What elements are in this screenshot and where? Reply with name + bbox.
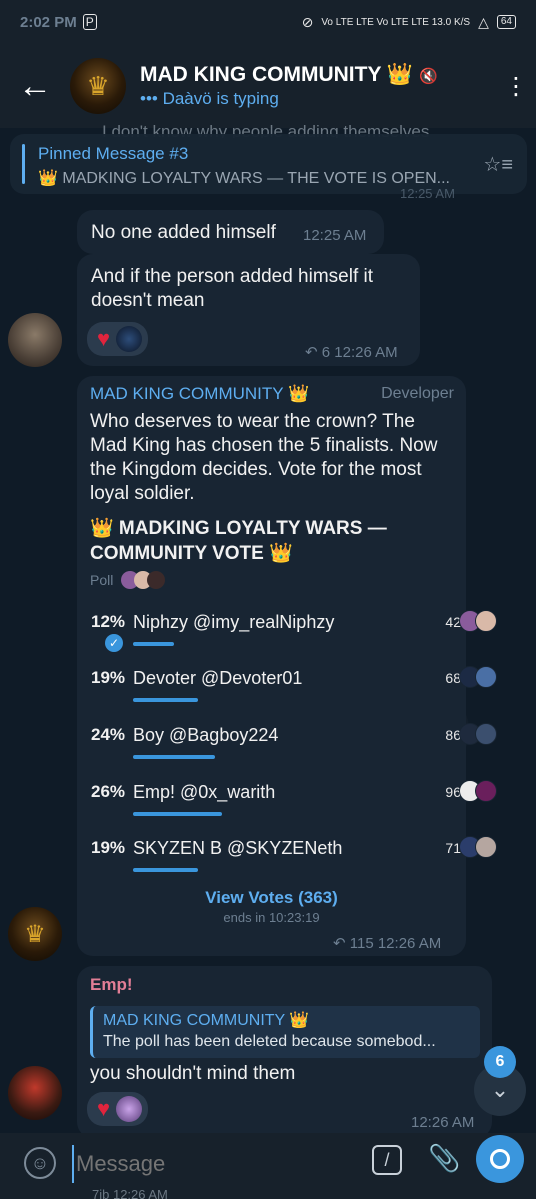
poll-option-bar [133, 812, 445, 816]
quote-sender: MAD KING COMMUNITY 👑 [103, 1012, 310, 1029]
poll-option-percent: 24% [91, 725, 126, 744]
bot-command-icon[interactable]: / [372, 1145, 402, 1175]
muted-icon: 🔇 [419, 68, 438, 85]
message-bubble[interactable]: Emp! MAD KING COMMUNITY 👑 The poll has b… [77, 966, 492, 1138]
alarm-icon: △ [478, 13, 489, 30]
poll-option-label: Niphzy @imy_realNiphzy [133, 612, 335, 632]
clock: 2:02 PM [20, 13, 77, 31]
signal-indicators: Vo LTE LTE Vo LTE LTE 13.0 K/S [321, 16, 471, 28]
camera-icon [490, 1149, 510, 1169]
chosen-check-icon: ✓ [105, 634, 123, 652]
reply-count[interactable]: ↶ 115 12:26 AM [333, 934, 441, 952]
channel-avatar[interactable]: ♛ [70, 58, 126, 114]
pinned-text: 👑 MADKING LOYALTY WARS — THE VOTE IS OPE… [38, 170, 450, 187]
message-text: No one added himself [91, 222, 276, 243]
crown-logo-icon: ♛ [24, 920, 46, 948]
poll-option-label: Emp! @0x_warith [133, 782, 276, 802]
status-bar: 2:02 PM P ⊘ Vo LTE LTE Vo LTE LTE 13.0 K… [0, 0, 536, 44]
mute-icon: ⊘ [301, 13, 314, 30]
notification-icon: P [82, 14, 97, 30]
reactions[interactable]: ♥ [87, 322, 149, 356]
poll-meta: Poll [90, 571, 166, 589]
emoji-icon[interactable]: ☺ [24, 1147, 56, 1179]
poll-option-label: SKYZEN B @SKYZENeth [133, 838, 343, 858]
pinned-list-icon[interactable]: ☆≡ [483, 152, 513, 177]
poll-option-voters [459, 610, 497, 632]
more-menu-icon[interactable]: ⋮ [496, 72, 536, 101]
poll-option-voters [459, 666, 497, 688]
poll-description: Who deserves to wear the crown? The Mad … [90, 411, 438, 504]
battery-icon: 64 [496, 15, 516, 29]
voter-avatars [121, 571, 166, 589]
user-avatar[interactable] [8, 313, 62, 367]
poll-option-voters [459, 836, 497, 858]
quoted-message[interactable]: MAD KING COMMUNITY 👑 The poll has been d… [90, 1006, 480, 1058]
ghost-time: 12:25 AM [400, 186, 455, 201]
heart-icon: ♥ [97, 1096, 111, 1121]
chat-title: MAD KING COMMUNITY 👑 [140, 63, 414, 86]
poll-option-percent: 12% [91, 612, 126, 631]
message-bubble[interactable]: And if the person added himself it doesn… [77, 254, 420, 366]
poll-type-label: Poll [90, 572, 114, 588]
poll-option-voters [459, 780, 497, 802]
poll-option-bar [133, 868, 445, 872]
poll-option-bar [133, 755, 445, 759]
crown-logo-icon: ♛ [86, 70, 110, 101]
poll-option-percent: 26% [91, 782, 126, 801]
typing-status: ••• Daàvö is typing [140, 89, 279, 108]
camera-button[interactable] [476, 1135, 524, 1183]
message-input[interactable] [72, 1145, 352, 1183]
user-avatar[interactable] [8, 1066, 62, 1120]
channel-avatar-small[interactable]: ♛ [8, 907, 62, 961]
message-text: you shouldn't mind them [90, 1063, 296, 1084]
chat-header: ← ♛ MAD KING COMMUNITY 👑 🔇 ••• Daàvö is t… [0, 44, 536, 128]
poll-question: 👑 MADKING LOYALTY WARS — COMMUNITY VOTE … [90, 518, 387, 564]
message-time: 12:26 AM [411, 1114, 475, 1131]
pinned-message-bar[interactable]: Pinned Message #3 👑 MADKING LOYALTY WARS… [10, 134, 527, 194]
poll-option-fill [133, 698, 198, 702]
poll-option-label: Boy @Bagboy224 [133, 725, 279, 745]
poll-option-bar [133, 642, 445, 646]
unread-badge[interactable]: 6 [484, 1046, 516, 1078]
message-bubble[interactable]: No one added himself 12:25 AM [77, 210, 384, 254]
poll-option-fill [133, 812, 222, 816]
reactor-avatar [116, 326, 143, 352]
reaction-heart[interactable]: ♥ [87, 322, 149, 356]
header-text[interactable]: MAD KING COMMUNITY 👑 🔇 ••• Daàvö is typin… [140, 63, 496, 109]
reactions[interactable]: ♥ [87, 1092, 149, 1126]
pinned-indicator [22, 144, 25, 184]
reply-count[interactable]: ↶ 6 12:26 AM [305, 343, 398, 361]
poll-message-bubble[interactable]: MAD KING COMMUNITY 👑 Developer Who deser… [77, 376, 497, 956]
reaction-heart[interactable]: ♥ [87, 1092, 149, 1126]
reactor-avatar [116, 1096, 143, 1122]
poll-option-fill [133, 868, 198, 872]
poll-option-percent: 19% [91, 838, 126, 857]
poll-ends-label: ends in 10:23:19 [223, 910, 320, 925]
ghost-message: 7ib 12:26 AM [92, 1187, 168, 1199]
message-sender[interactable]: Emp! [90, 975, 133, 995]
poll-option-label: Devoter @Devoter01 [133, 668, 303, 688]
heart-icon: ♥ [97, 326, 111, 351]
back-arrow-icon[interactable]: ← [0, 44, 70, 128]
poll-option-percent: 19% [91, 668, 126, 687]
message-sender[interactable]: MAD KING COMMUNITY 👑 [90, 384, 309, 404]
view-votes-button[interactable]: View Votes (363) [77, 888, 466, 908]
sender-role: Developer [381, 385, 454, 402]
pinned-title: Pinned Message #3 [38, 144, 189, 163]
poll-option-fill [133, 642, 175, 646]
chevron-down-icon: ⌄ [490, 1077, 510, 1102]
quote-text: The poll has been deleted because somebo… [103, 1033, 436, 1050]
poll-option-fill [133, 755, 216, 759]
message-time: 12:25 AM [303, 227, 367, 244]
poll-option-bar [133, 698, 445, 702]
attach-icon[interactable]: 📎 [428, 1143, 460, 1174]
poll-option-voters [459, 723, 497, 745]
message-composer: ☺ / 📎 7ib 12:26 AM [0, 1133, 536, 1199]
message-text: And if the person added himself it doesn… [91, 266, 374, 311]
